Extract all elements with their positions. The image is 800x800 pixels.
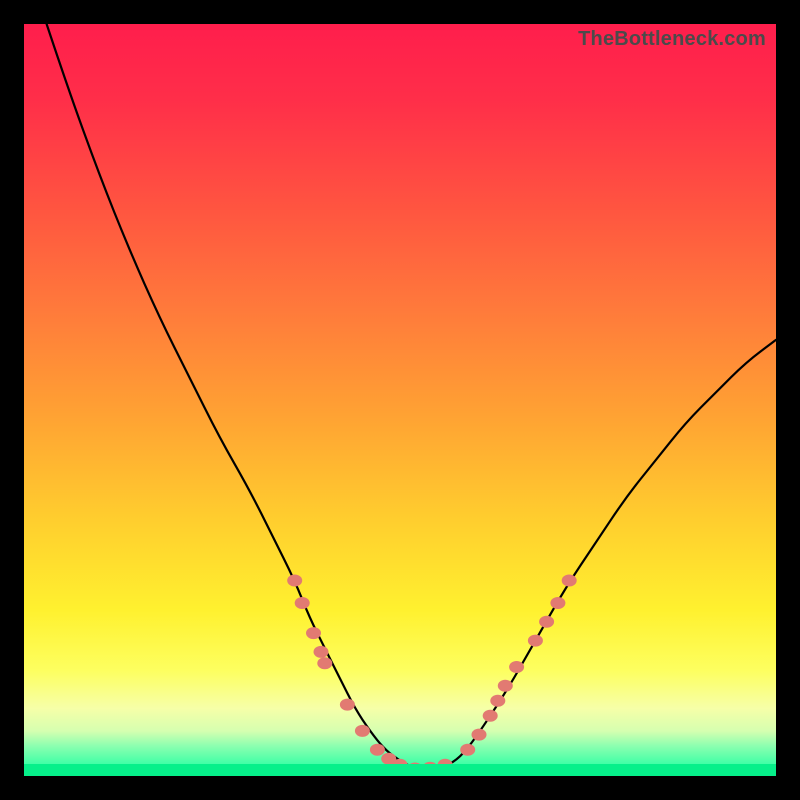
- marker-dot: [287, 575, 302, 587]
- marker-dot: [340, 699, 355, 711]
- marker-dot: [550, 597, 565, 609]
- marker-dot: [295, 597, 310, 609]
- marker-dot: [355, 725, 370, 737]
- marker-dot: [314, 646, 329, 658]
- marker-dot: [472, 729, 487, 741]
- marker-dot: [490, 695, 505, 707]
- marker-dot: [317, 657, 332, 669]
- marker-dot: [460, 744, 475, 756]
- plot-area: TheBottleneck.com: [24, 24, 776, 776]
- marker-dot: [528, 635, 543, 647]
- marker-dot: [509, 661, 524, 673]
- chart-svg: [24, 24, 776, 776]
- marker-dot: [306, 627, 321, 639]
- baseline-strip: [24, 764, 776, 776]
- bottleneck-curve: [47, 24, 776, 769]
- highlight-markers: [287, 575, 577, 775]
- marker-dot: [498, 680, 513, 692]
- marker-dot: [539, 616, 554, 628]
- chart-frame: TheBottleneck.com: [0, 0, 800, 800]
- marker-dot: [562, 575, 577, 587]
- marker-dot: [483, 710, 498, 722]
- marker-dot: [370, 744, 385, 756]
